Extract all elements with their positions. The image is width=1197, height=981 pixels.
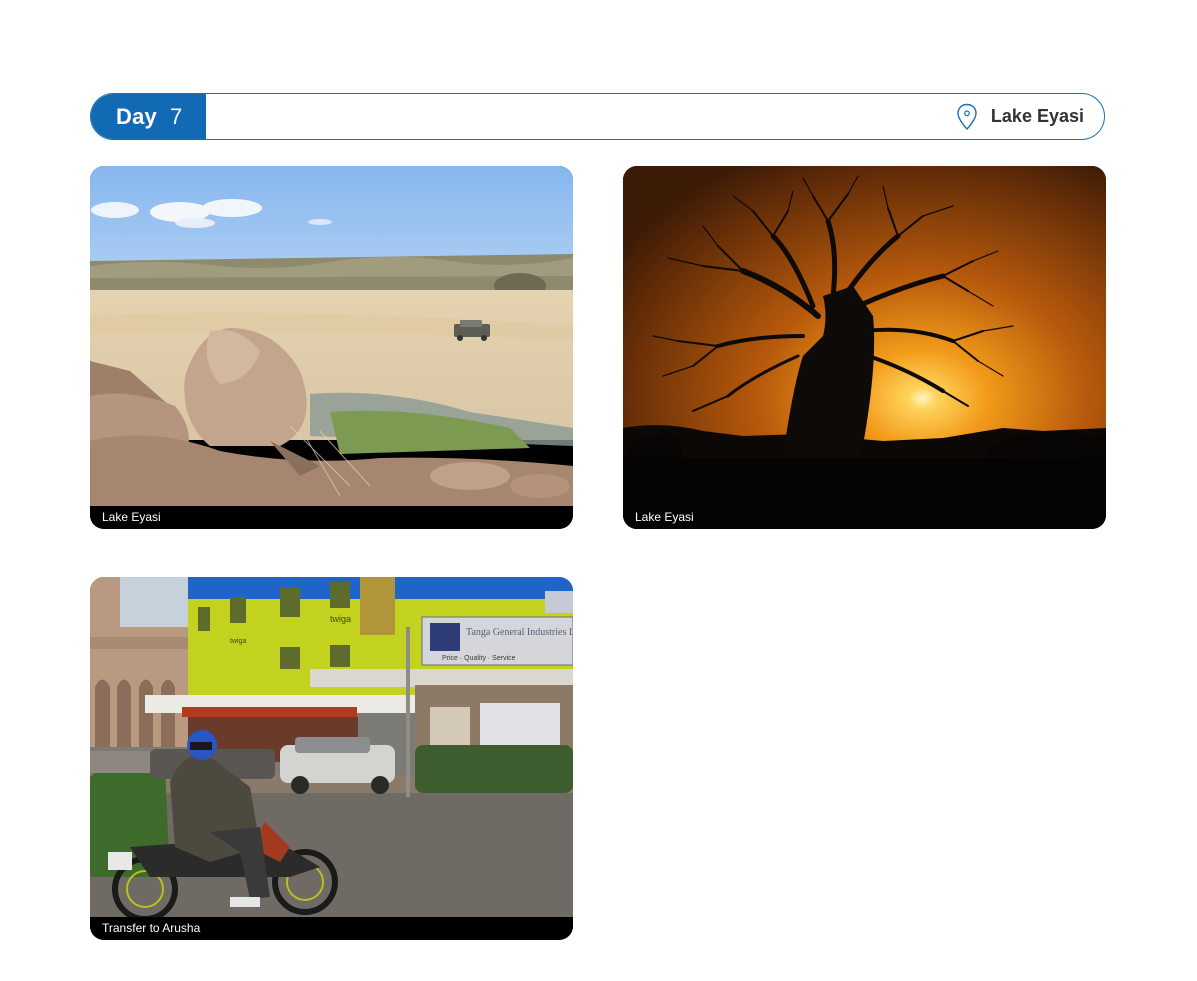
- twiga-sign-small: twiga: [230, 638, 246, 645]
- baobab-sunset-photo: [623, 166, 1106, 529]
- photo-card: twiga twiga Tanga General Industries Ltd…: [90, 577, 573, 940]
- map-pin-icon: [957, 103, 977, 130]
- day-badge: Day 7: [91, 94, 206, 139]
- twiga-sign: twiga: [330, 614, 351, 624]
- day-number: 7: [169, 103, 183, 129]
- day-location: Lake Eyasi: [956, 94, 1084, 139]
- photo-caption: Lake Eyasi: [90, 506, 573, 529]
- location-name: Lake Eyasi: [990, 106, 1084, 126]
- day-header-bar: Day 7 Lake Eyasi: [90, 93, 1105, 140]
- arusha-street-photo: twiga twiga Tanga General Industries Ltd…: [90, 577, 573, 917]
- day-label: Day: [116, 103, 157, 129]
- itinerary-page: Day 7 Lake Eyasi Lake Eyasi Lake Eyasi t…: [0, 0, 1197, 981]
- photo-card: Lake Eyasi: [90, 166, 573, 529]
- lake-eyasi-lakebed-photo: [90, 166, 573, 506]
- photo-card: Lake Eyasi: [623, 166, 1106, 529]
- billboard-motto: Price · Quality · Service: [442, 655, 516, 662]
- billboard-company: Tanga General Industries Ltd: [466, 627, 573, 638]
- photo-caption: Transfer to Arusha: [90, 917, 573, 940]
- photo-caption: Lake Eyasi: [635, 510, 694, 524]
